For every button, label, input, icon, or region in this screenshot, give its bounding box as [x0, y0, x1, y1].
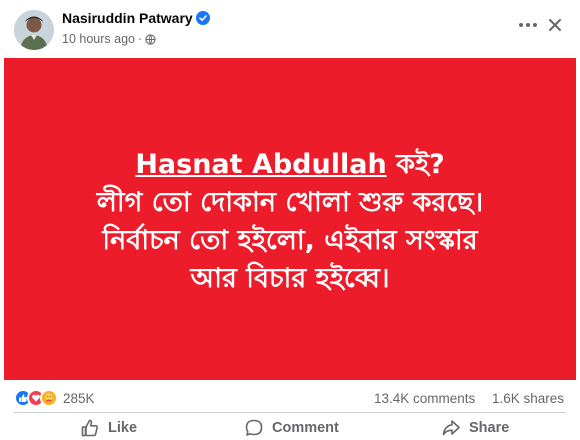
comment-button[interactable]: Comment [244, 417, 339, 439]
shares-count[interactable]: 1.6K shares [492, 391, 564, 406]
text-line-2: লীগ তো দোকান খোলা শুরু করছে। [96, 187, 484, 218]
post-meta: 10 hours ago · [62, 32, 156, 46]
comments-count[interactable]: 13.4K comments [374, 391, 475, 406]
share-label: Share [469, 420, 510, 436]
post-stats: 285K 13.4K comments 1.6K shares [0, 383, 580, 413]
reactions-summary[interactable]: 285K [14, 389, 95, 407]
author-name[interactable]: Nasiruddin Patwary [62, 10, 193, 26]
thumbs-up-icon [81, 419, 98, 437]
post-timestamp[interactable]: 10 hours ago [62, 32, 135, 46]
share-button[interactable]: Share [441, 417, 509, 439]
avatar[interactable] [14, 10, 54, 50]
comment-label: Comment [272, 420, 339, 436]
post-actions: Like Comment Share [0, 414, 580, 440]
post-image-text: Hasnat Abdullah কই? লীগ তো দোকান খোলা শু… [4, 146, 576, 298]
like-button[interactable]: Like [80, 417, 137, 439]
meta-separator: · [137, 32, 143, 46]
like-label: Like [108, 420, 138, 436]
post-image-card[interactable]: Hasnat Abdullah কই? লীগ তো দোকান খোলা শু… [4, 58, 576, 380]
text-line-4: আর বিচার হইব্বে। [190, 263, 390, 294]
comment-bubble-icon [245, 419, 263, 436]
avatar-photo [14, 10, 54, 50]
share-arrow-icon [442, 420, 460, 436]
text-line-1-rest: কই? [386, 149, 445, 180]
stats-divider [14, 412, 566, 413]
verified-badge-icon [196, 11, 210, 25]
text-line-3: নির্বাচন তো হইলো, এইবার সংস্কার [102, 225, 478, 256]
reactions-count[interactable]: 285K [63, 391, 95, 406]
mention-link[interactable]: Hasnat Abdullah [135, 149, 386, 180]
globe-icon[interactable] [145, 33, 156, 45]
care-icon [40, 389, 58, 407]
post-header: Nasiruddin Patwary 10 hours ago · [0, 0, 580, 58]
more-options-icon[interactable] [516, 20, 540, 30]
close-icon[interactable] [547, 17, 563, 33]
text-line-1: Hasnat Abdullah কই? [4, 146, 576, 184]
